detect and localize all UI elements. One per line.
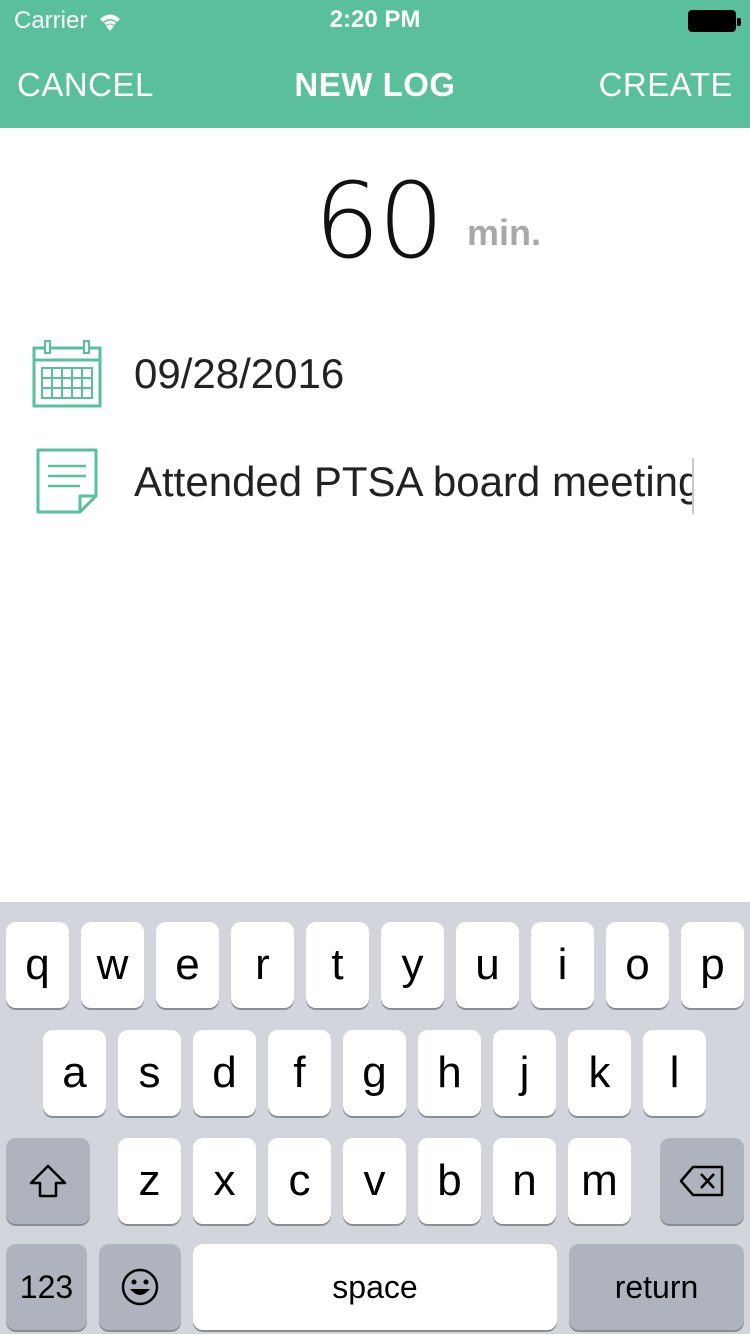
backspace-icon [679,1165,724,1197]
status-bar: Carrier 2:20 PM [0,0,750,40]
key-w[interactable]: w [81,922,144,1008]
cancel-button[interactable]: CANCEL [17,66,154,104]
new-log-screen: Carrier 2:20 PM CANCEL NEW LOG CREATE 60… [0,0,750,1334]
backspace-key[interactable] [660,1138,744,1224]
key-n[interactable]: n [493,1138,556,1224]
key-r[interactable]: r [231,922,294,1008]
key-u[interactable]: u [456,922,519,1008]
key-p[interactable]: p [681,922,744,1008]
battery-icon [688,10,741,32]
key-i[interactable]: i [531,922,594,1008]
duration-unit: min. [467,212,542,253]
date-row[interactable]: 09/28/2016 [0,338,750,408]
shift-icon [29,1164,67,1198]
key-v[interactable]: v [343,1138,406,1224]
key-a[interactable]: a [43,1030,106,1116]
clock: 2:20 PM [329,6,421,33]
create-button[interactable]: CREATE [599,66,733,104]
duration-display[interactable]: 60 min. [0,160,750,282]
return-key[interactable]: return [569,1244,744,1330]
key-g[interactable]: g [343,1030,406,1116]
space-key[interactable]: space [193,1244,557,1330]
calendar-icon [32,340,102,408]
key-e[interactable]: e [156,922,219,1008]
key-o[interactable]: o [606,922,669,1008]
note-row[interactable]: Attended PTSA board meeting [0,446,750,516]
nav-bar: CANCEL NEW LOG CREATE [0,40,750,128]
emoji-icon [121,1268,159,1306]
header: Carrier 2:20 PM CANCEL NEW LOG CREATE [0,0,750,128]
duration-value[interactable]: 60 [314,160,444,282]
keyboard: q w e r t y u i o p a s d f g h j k l z … [0,902,750,1334]
note-input[interactable]: Attended PTSA board meeting [134,458,694,514]
key-f[interactable]: f [268,1030,331,1116]
key-c[interactable]: c [268,1138,331,1224]
key-q[interactable]: q [6,922,69,1008]
key-z[interactable]: z [118,1138,181,1224]
key-b[interactable]: b [418,1138,481,1224]
key-k[interactable]: k [568,1030,631,1116]
key-l[interactable]: l [643,1030,706,1116]
key-j[interactable]: j [493,1030,556,1116]
note-icon [36,448,98,514]
shift-key[interactable] [6,1138,90,1224]
emoji-key[interactable] [99,1244,181,1330]
key-y[interactable]: y [381,922,444,1008]
numbers-key[interactable]: 123 [6,1244,87,1330]
key-s[interactable]: s [118,1030,181,1116]
key-x[interactable]: x [193,1138,256,1224]
date-value[interactable]: 09/28/2016 [134,350,344,398]
key-m[interactable]: m [568,1138,631,1224]
key-h[interactable]: h [418,1030,481,1116]
key-d[interactable]: d [193,1030,256,1116]
key-t[interactable]: t [306,922,369,1008]
